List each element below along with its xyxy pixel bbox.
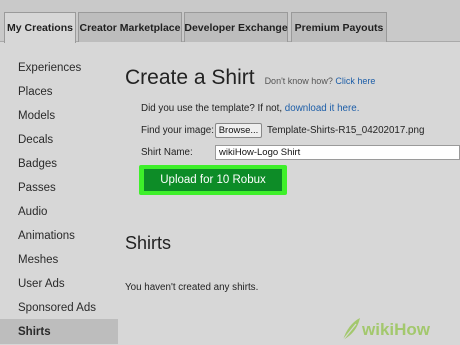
shirt-name-label: Shirt Name:: [141, 147, 193, 158]
find-image-label: Find your image:: [141, 125, 214, 136]
watermark-wiki: wiki: [362, 320, 395, 339]
wikihow-watermark: wiki How: [362, 318, 430, 342]
sidebar-item-places[interactable]: Places: [0, 80, 118, 104]
click-here-link[interactable]: Click here: [335, 76, 375, 86]
tab-developer-exchange[interactable]: Developer Exchange: [184, 12, 288, 42]
sidebar-item-sponsored-ads[interactable]: Sponsored Ads: [0, 296, 118, 320]
template-row: Did you use the template? If not, downlo…: [141, 103, 359, 114]
sidebar-item-audio[interactable]: Audio: [0, 200, 118, 224]
sidebar-item-user-ads[interactable]: User Ads: [0, 272, 118, 296]
sidebar-item-decals[interactable]: Decals: [0, 128, 118, 152]
download-template-link[interactable]: download it here.: [285, 103, 360, 114]
shirts-section-title: Shirts: [125, 233, 172, 253]
sidebar-item-meshes[interactable]: Meshes: [0, 248, 118, 272]
template-text: Did you use the template? If not,: [141, 103, 283, 114]
empty-shirts-text: You haven't created any shirts.: [125, 282, 259, 293]
sidebar-item-passes[interactable]: Passes: [0, 176, 118, 200]
tab-my-creations[interactable]: My Creations: [4, 12, 76, 43]
sidebar: Experiences Places Models Decals Badges …: [0, 43, 120, 345]
tab-premium-payouts[interactable]: Premium Payouts: [291, 12, 387, 42]
shirt-name-input[interactable]: wikiHow-Logo Shirt: [215, 145, 460, 160]
upload-button[interactable]: Upload for 10 Robux: [144, 169, 282, 191]
tab-creator-marketplace[interactable]: Creator Marketplace: [78, 12, 182, 42]
sidebar-item-badges[interactable]: Badges: [0, 152, 118, 176]
selected-file-name: Template-Shirts-R15_04202017.png: [267, 125, 425, 136]
sidebar-item-shirts[interactable]: Shirts: [0, 319, 118, 344]
page-title: Create a Shirt Don't know how? Click her…: [125, 66, 375, 90]
sidebar-item-models[interactable]: Models: [0, 104, 118, 128]
upload-button-highlight: Upload for 10 Robux: [139, 165, 287, 195]
create-shirt-heading: Create a Shirt: [125, 66, 255, 89]
watermark-how: How: [394, 320, 431, 339]
sidebar-item-animations[interactable]: Animations: [0, 224, 118, 248]
sidebar-item-experiences[interactable]: Experiences: [0, 56, 118, 80]
help-prefix: Don't know how?: [264, 76, 333, 86]
help-text: Don't know how? Click here: [265, 76, 376, 86]
tab-bar: My Creations Creator Marketplace Develop…: [0, 0, 460, 43]
browse-button[interactable]: Browse...: [215, 123, 262, 138]
leaf-logo-icon: [342, 318, 360, 341]
